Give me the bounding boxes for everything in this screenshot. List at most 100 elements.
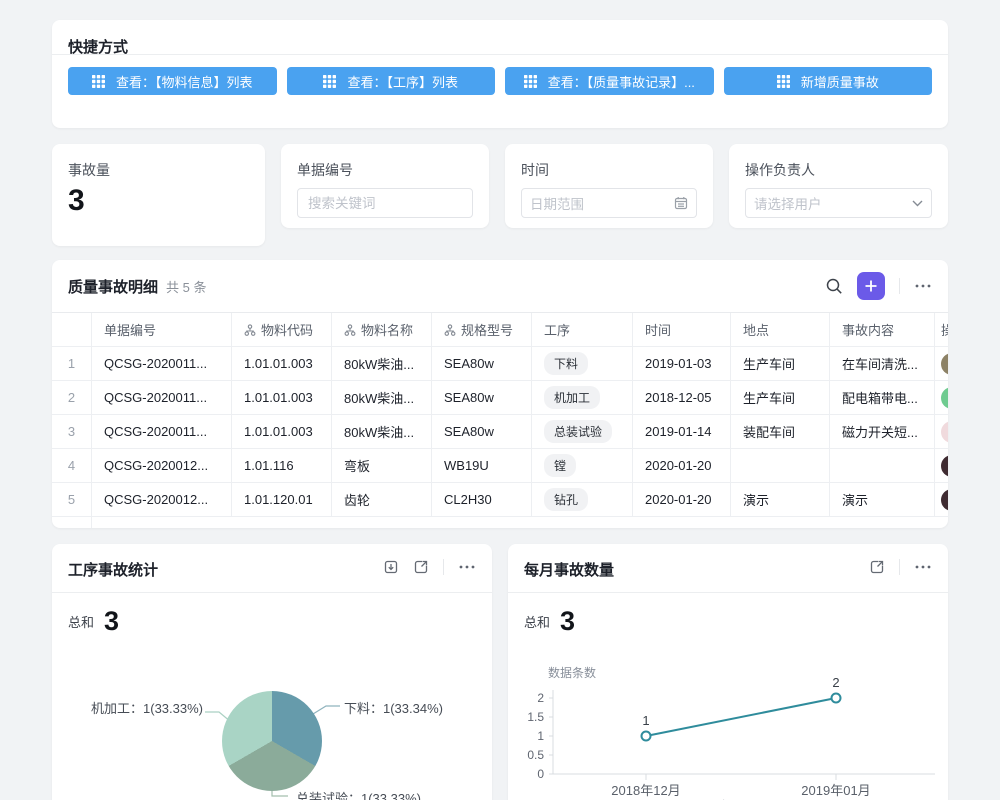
cell-content: 配电箱带电... xyxy=(830,381,935,414)
data-point[interactable] xyxy=(642,732,651,741)
pie-chart[interactable] xyxy=(222,691,322,791)
table-title: 质量事故明细共 5 条 xyxy=(68,276,206,297)
row-number-header xyxy=(52,313,92,346)
y-axis-title: 数据条数 xyxy=(548,665,596,680)
table-row[interactable]: 4 QCSG-2020012... 1.01.116 弯板 WB19U 镗 20… xyxy=(52,449,948,483)
shortcut-buttons-row: 查看：【物料信息】列表 查看：【工序】列表 查看：【质量事故记录】... 新增质… xyxy=(52,55,948,107)
column-header[interactable]: 规格型号 xyxy=(432,313,532,346)
row-number: 4 xyxy=(52,449,92,482)
grid-icon xyxy=(92,75,105,88)
row-number: 3 xyxy=(52,415,92,448)
search-input[interactable] xyxy=(306,195,464,212)
column-header[interactable]: 事故内容 xyxy=(830,313,935,346)
cell-content: 演示 xyxy=(830,483,935,516)
column-header[interactable]: 操作负责人 xyxy=(935,313,948,346)
sum-value: 3 xyxy=(104,608,119,635)
table-row[interactable]: 5 QCSG-2020012... 1.01.120.01 齿轮 CL2H30 … xyxy=(52,483,948,517)
relation-icon xyxy=(344,324,356,336)
relation-icon xyxy=(244,324,256,336)
column-header-label: 物料代码 xyxy=(261,320,313,339)
cell-doc-no: QCSG-2020011... xyxy=(92,347,232,380)
keyword-search-field[interactable] xyxy=(297,188,473,218)
table-stub-row xyxy=(52,517,948,528)
cell-operator xyxy=(935,449,948,482)
column-header[interactable]: 物料名称 xyxy=(332,313,432,346)
user-select[interactable]: 请选择用户 xyxy=(745,188,932,218)
add-record-button[interactable] xyxy=(857,272,885,300)
download-icon[interactable] xyxy=(383,559,399,575)
column-header[interactable]: 工序 xyxy=(532,313,633,346)
user-select-placeholder: 请选择用户 xyxy=(754,193,912,213)
search-icon[interactable] xyxy=(825,277,843,295)
cell-material-name: 齿轮 xyxy=(332,483,432,516)
doc-no-filter-card: 单据编号 xyxy=(281,144,489,228)
relation-icon xyxy=(444,324,456,336)
y-tick: 2 xyxy=(537,691,544,705)
view-process-list-button[interactable]: 查看：【工序】列表 xyxy=(287,67,496,95)
cell-material-code: 1.01.01.003 xyxy=(232,381,332,414)
table-title-text: 质量事故明细 xyxy=(68,279,158,296)
cell-process: 机加工 xyxy=(532,381,633,414)
view-quality-records-button[interactable]: 查看：【质量事故记录】... xyxy=(505,67,714,95)
data-point[interactable] xyxy=(832,694,841,703)
cell-content xyxy=(830,449,935,482)
column-header[interactable]: 地点 xyxy=(731,313,830,346)
avatar xyxy=(941,455,948,477)
cell-process: 下料 xyxy=(532,347,633,380)
column-header-label: 物料名称 xyxy=(361,320,413,339)
table-row[interactable]: 1 QCSG-2020011... 1.01.01.003 80kW柴油... … xyxy=(52,347,948,381)
avatar xyxy=(941,387,948,409)
table-header-row: 单据编号 物料代码 物料名称 规格型号 工序 时间 地点 事故内容 操作负责人 xyxy=(52,312,948,347)
cell-content: 在车间清洗... xyxy=(830,347,935,380)
more-icon[interactable] xyxy=(914,278,932,294)
view-material-list-button[interactable]: 查看：【物料信息】列表 xyxy=(68,67,277,95)
filter-label: 时间 xyxy=(521,160,549,180)
pie-summary: 总和 3 xyxy=(68,608,119,635)
cell-place: 生产车间 xyxy=(731,347,830,380)
quality-accident-table-card: 质量事故明细共 5 条 单据编号 物料代码 xyxy=(52,260,948,528)
process-tag: 下料 xyxy=(544,352,588,375)
cell-material-name: 弯板 xyxy=(332,449,432,482)
x-tick: 2019年01月 xyxy=(801,783,870,798)
table-row[interactable]: 2 QCSG-2020011... 1.01.01.003 80kW柴油... … xyxy=(52,381,948,415)
cell-material-code: 1.01.116 xyxy=(232,449,332,482)
stat-value: 3 xyxy=(68,184,85,218)
calendar-icon[interactable] xyxy=(674,196,688,210)
row-number: 2 xyxy=(52,381,92,414)
accident-count-card: 事故量 3 xyxy=(52,144,265,246)
cell-place: 演示 xyxy=(731,483,830,516)
column-header[interactable]: 物料代码 xyxy=(232,313,332,346)
more-icon[interactable] xyxy=(458,559,476,575)
cell-place: 生产车间 xyxy=(731,381,830,414)
time-filter-card: 时间 日期范围 xyxy=(505,144,713,228)
cell-doc-no: QCSG-2020012... xyxy=(92,449,232,482)
date-range-field[interactable]: 日期范围 xyxy=(521,188,697,218)
cell-material-name: 80kW柴油... xyxy=(332,347,432,380)
column-header[interactable]: 单据编号 xyxy=(92,313,232,346)
cell-spec: SEA80w xyxy=(432,381,532,414)
column-header-label: 规格型号 xyxy=(461,320,513,339)
filter-label: 单据编号 xyxy=(297,160,353,180)
divider xyxy=(899,278,900,294)
point-label: 2 xyxy=(832,675,839,690)
table-card-header: 质量事故明细共 5 条 xyxy=(52,260,948,312)
shortcuts-card: 快捷方式 查看：【物料信息】列表 查看：【工序】列表 查看：【质量事故记录】..… xyxy=(52,20,948,128)
point-label: 1 xyxy=(642,713,649,728)
cell-spec: WB19U xyxy=(432,449,532,482)
column-header[interactable]: 时间 xyxy=(633,313,731,346)
cell-material-code: 1.01.01.003 xyxy=(232,347,332,380)
shortcuts-title: 快捷方式 xyxy=(52,20,948,54)
y-tick: 1.5 xyxy=(527,710,544,724)
add-quality-accident-button[interactable]: 新增质量事故 xyxy=(724,67,933,95)
process-tag: 机加工 xyxy=(544,386,600,409)
line-chart[interactable]: 数据条数 2 1.5 1 0.5 0 1 2 2018年12月 2019年01月… xyxy=(508,544,948,800)
table-row[interactable]: 3 QCSG-2020011... 1.01.01.003 80kW柴油... … xyxy=(52,415,948,449)
cell-process: 钻孔 xyxy=(532,483,633,516)
pie-label-assembly-test: 总装试验：1(33.33%) xyxy=(296,788,421,800)
cell-doc-no: QCSG-2020012... xyxy=(92,483,232,516)
cell-place: 装配车间 xyxy=(731,415,830,448)
y-tick: 0.5 xyxy=(527,748,544,762)
cell-operator xyxy=(935,415,948,448)
cell-operator xyxy=(935,483,948,516)
expand-icon[interactable] xyxy=(413,559,429,575)
